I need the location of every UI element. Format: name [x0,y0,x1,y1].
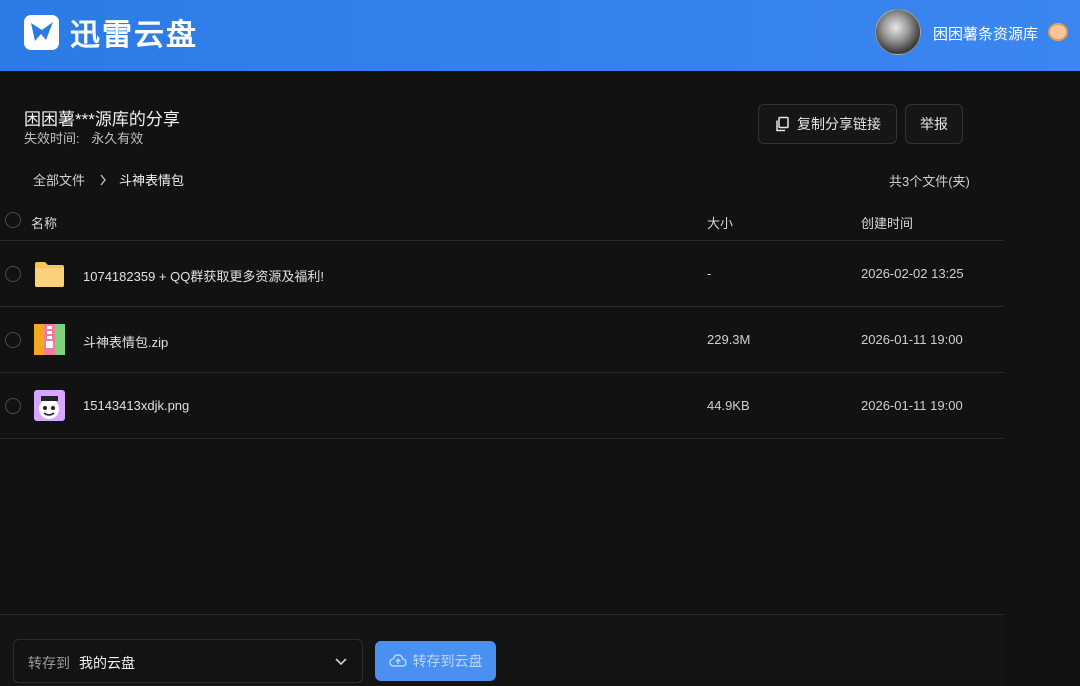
file-name[interactable]: 斗神表情包.zip [83,332,168,351]
select-all-checkbox[interactable] [5,211,21,228]
bottom-bar: 转存到 我的云盘 转存到云盘 [0,614,1004,686]
file-list: 名称 大小 创建时间 1074182359 + QQ群获取更多资源及福利! - … [0,199,1004,439]
save-to-value: 我的云盘 [79,655,135,671]
column-name[interactable]: 名称 [31,213,57,232]
save-to-cloud-label: 转存到云盘 [412,653,483,669]
image-file-icon [34,390,65,421]
save-destination-select[interactable]: 转存到 我的云盘 [13,639,363,683]
share-title: 困困薯***源库的分享 [24,110,180,129]
report-button[interactable]: 举报 [905,104,963,144]
save-to-cloud-button[interactable]: 转存到云盘 [375,641,496,681]
row-checkbox[interactable] [5,265,21,282]
expire-label: 失效时间: [24,131,80,146]
save-to-label: 转存到 [28,655,70,671]
table-row[interactable]: 15143413xdjk.png 44.9KB 2026-01-11 19:00 [0,373,1004,439]
copy-share-link-label: 复制分享链接 [797,116,881,132]
logo-text: 迅雷云盘 [70,19,198,52]
file-size: 44.9KB [707,398,750,413]
copy-icon [776,116,789,132]
thunder-bird-logo-icon [24,14,59,50]
file-count: 共3个文件(夹) [889,174,970,189]
folder-icon [34,258,65,289]
file-created: 2026-01-11 19:00 [861,332,963,347]
table-row[interactable]: 1074182359 + QQ群获取更多资源及福利! - 2026-02-02 … [0,241,1004,307]
file-created: 2026-01-11 19:00 [861,398,963,413]
breadcrumb: 全部文件 斗神表情包 [33,170,184,189]
breadcrumb-root[interactable]: 全部文件 [33,170,85,189]
top-header: 迅雷云盘 困困薯条资源库 [0,0,1080,71]
username[interactable]: 困困薯条资源库 [933,23,1038,44]
row-checkbox[interactable] [5,397,21,414]
breadcrumb-current: 斗神表情包 [119,173,185,188]
row-checkbox[interactable] [5,331,21,348]
file-size: 229.3M [707,332,751,347]
expire-info: 失效时间: 永久有效 [24,128,143,147]
report-label: 举报 [920,116,948,132]
expire-value: 永久有效 [91,131,144,146]
file-name[interactable]: 1074182359 + QQ群获取更多资源及福利! [83,266,324,285]
zip-archive-icon [34,324,65,355]
column-created[interactable]: 创建时间 [861,213,913,232]
user-badge-icon [1048,23,1068,41]
chevron-down-icon [334,654,348,673]
table-row[interactable]: 斗神表情包.zip 229.3M 2026-01-11 19:00 [0,307,1004,373]
file-name[interactable]: 15143413xdjk.png [83,398,189,413]
column-size[interactable]: 大小 [707,213,733,232]
logo[interactable]: 迅雷云盘 [24,14,198,52]
cloud-upload-icon [388,654,407,667]
file-list-header: 名称 大小 创建时间 [0,199,1004,241]
file-size: - [707,266,712,281]
chevron-right-icon [99,174,107,186]
copy-share-link-button[interactable]: 复制分享链接 [758,104,897,144]
avatar[interactable] [875,9,921,55]
file-created: 2026-02-02 13:25 [861,266,964,281]
